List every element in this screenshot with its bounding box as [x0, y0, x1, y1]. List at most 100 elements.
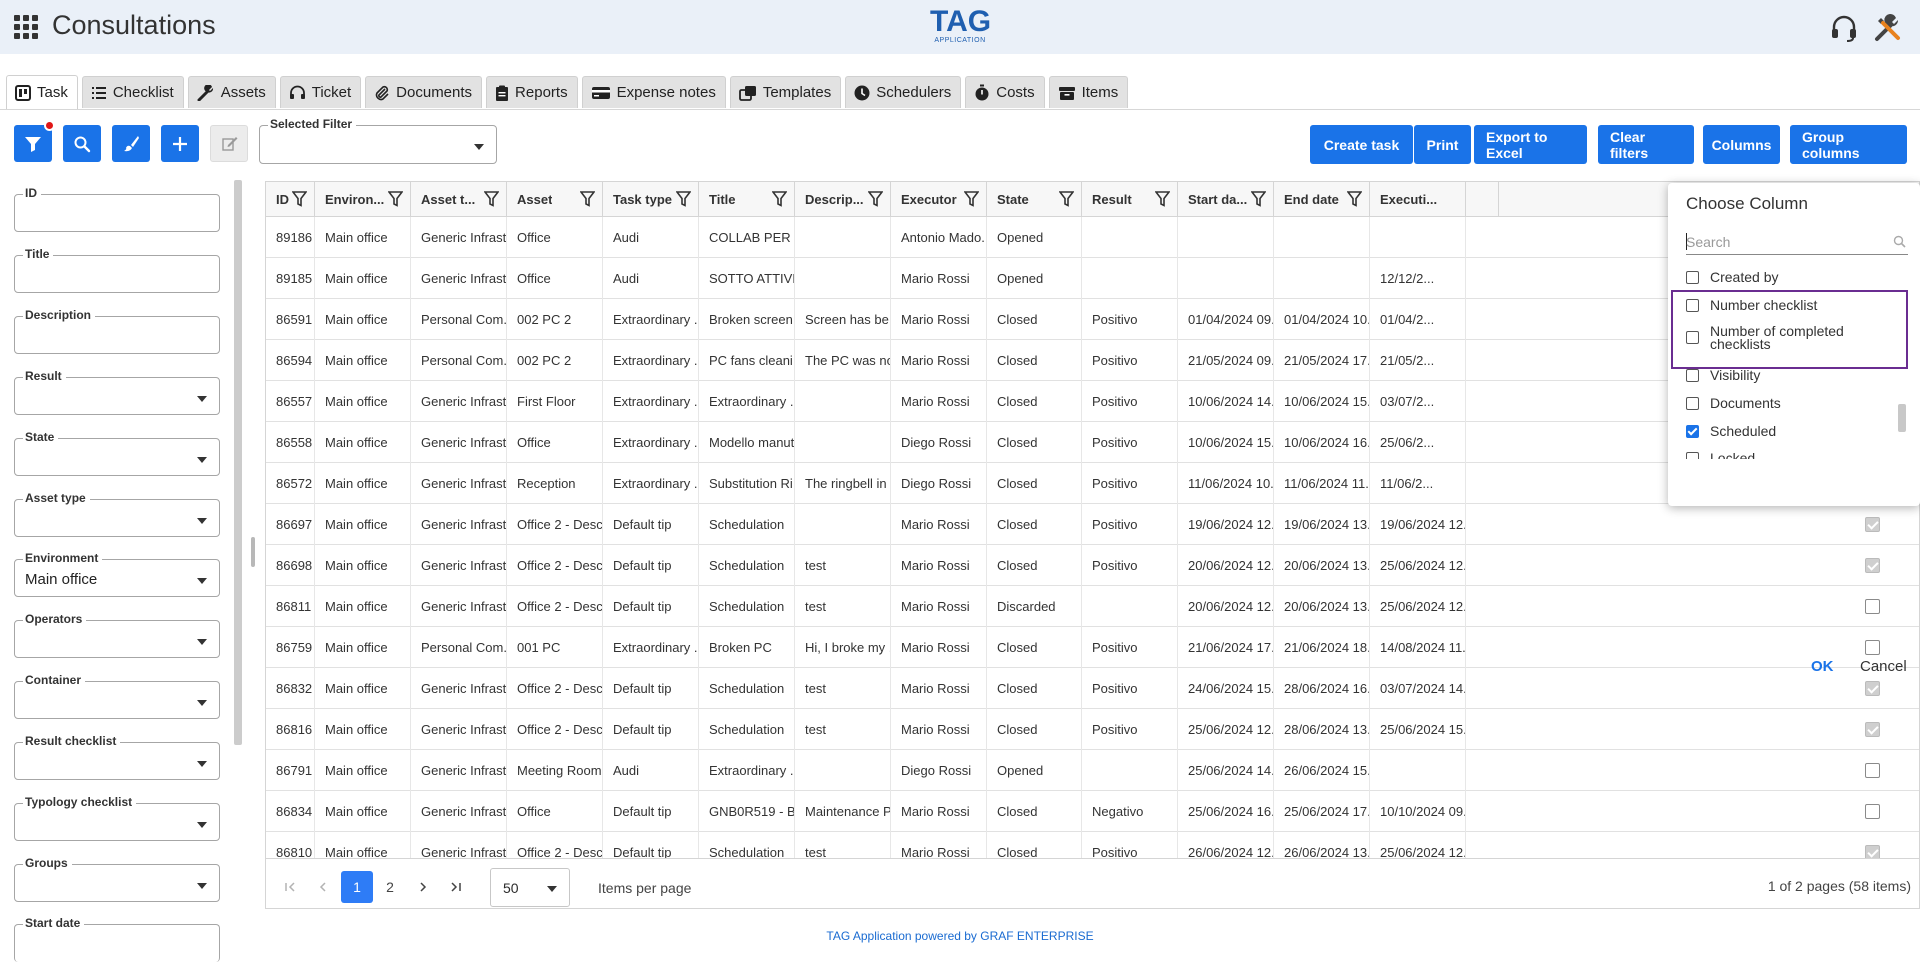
column-header[interactable]: [1466, 182, 1499, 217]
column-header[interactable]: Asset t...: [411, 182, 507, 217]
clear-brush-button[interactable]: [112, 125, 150, 162]
column-filter-icon[interactable]: [1251, 191, 1266, 207]
scheduled-checkbox[interactable]: [1865, 640, 1880, 655]
column-option-visibility[interactable]: Visibility: [1686, 367, 1760, 383]
column-option-created-by[interactable]: Created by: [1686, 269, 1778, 285]
print-button[interactable]: Print: [1414, 125, 1471, 164]
column-search-input[interactable]: Search: [1686, 227, 1908, 255]
search-button[interactable]: [63, 125, 101, 162]
scheduled-checkbox[interactable]: [1865, 722, 1880, 737]
column-header[interactable]: Result: [1082, 182, 1178, 217]
column-header[interactable]: Start da...: [1178, 182, 1274, 217]
column-option-checkbox[interactable]: [1686, 397, 1699, 410]
headset-icon[interactable]: [1828, 12, 1860, 44]
column-header[interactable]: Environ...: [315, 182, 411, 217]
column-filter-icon[interactable]: [868, 191, 883, 207]
state-filter-select[interactable]: State: [14, 430, 220, 476]
first-page-button[interactable]: [274, 871, 306, 903]
description-filter-field[interactable]: Description: [14, 308, 220, 354]
next-page-button[interactable]: [407, 871, 439, 903]
operators-filter-select[interactable]: Operators: [14, 612, 220, 658]
scheduled-checkbox[interactable]: [1865, 804, 1880, 819]
column-filter-icon[interactable]: [1059, 191, 1074, 207]
column-option-checkbox[interactable]: [1686, 425, 1699, 438]
typology-checklist-filter-select[interactable]: Typology checklist: [14, 795, 220, 841]
scheduled-checkbox[interactable]: [1865, 517, 1880, 532]
table-row[interactable]: 86834Main officeGeneric Infrast...Office…: [266, 791, 1919, 832]
column-filter-icon[interactable]: [484, 191, 499, 207]
environment-filter-select[interactable]: Environment Main office: [14, 551, 220, 597]
tab-costs[interactable]: Costs: [965, 76, 1045, 108]
container-filter-select[interactable]: Container: [14, 673, 220, 719]
column-filter-icon[interactable]: [676, 191, 691, 207]
column-filter-icon[interactable]: [1347, 191, 1362, 207]
columns-button[interactable]: Columns: [1703, 125, 1780, 164]
tab-templates[interactable]: Templates: [729, 76, 842, 108]
tab-assets[interactable]: Assets: [187, 76, 276, 108]
column-option-checkbox[interactable]: [1686, 369, 1699, 382]
column-filter-icon[interactable]: [580, 191, 595, 207]
create-task-button[interactable]: Create task: [1310, 125, 1413, 164]
column-header[interactable]: ID: [266, 182, 315, 217]
table-row[interactable]: 86791Main officeGeneric Infrast...Meetin…: [266, 750, 1919, 791]
column-filter-icon[interactable]: [292, 191, 307, 207]
column-option-checkbox[interactable]: [1686, 271, 1699, 284]
column-option-documents[interactable]: Documents: [1686, 395, 1781, 411]
page-1-button[interactable]: 1: [341, 871, 373, 903]
column-header[interactable]: Title: [699, 182, 795, 217]
edit-button[interactable]: [210, 125, 248, 162]
id-filter-field[interactable]: ID: [14, 186, 220, 232]
title-filter-field[interactable]: Title: [14, 247, 220, 293]
column-option-locked[interactable]: Locked: [1686, 450, 1755, 459]
table-row[interactable]: 86698Main officeGeneric Infrast...Office…: [266, 545, 1919, 586]
column-filter-icon[interactable]: [1155, 191, 1170, 207]
scheduled-checkbox[interactable]: [1865, 681, 1880, 696]
clear-filters-button[interactable]: Clear filters: [1598, 125, 1694, 164]
scheduled-checkbox[interactable]: [1865, 558, 1880, 573]
tools-icon[interactable]: [1872, 12, 1904, 44]
column-header[interactable]: State: [987, 182, 1082, 217]
scheduled-checkbox[interactable]: [1865, 763, 1880, 778]
column-header[interactable]: End date: [1274, 182, 1370, 217]
tab-task[interactable]: Task: [6, 75, 78, 109]
column-list-scrollbar[interactable]: [1898, 404, 1906, 432]
group-columns-button[interactable]: Group columns: [1790, 125, 1907, 164]
tab-expense-notes[interactable]: Expense notes: [581, 76, 726, 108]
selected-filter-select[interactable]: Selected Filter: [259, 117, 497, 164]
column-header[interactable]: Executi...: [1370, 182, 1466, 217]
result-filter-select[interactable]: Result: [14, 369, 220, 415]
column-header[interactable]: Descrip...: [795, 182, 891, 217]
export-excel-button[interactable]: Export to Excel: [1474, 125, 1587, 164]
table-row[interactable]: 86816Main officeGeneric Infrast...Office…: [266, 709, 1919, 750]
add-button[interactable]: [161, 125, 199, 162]
tab-ticket[interactable]: Ticket: [279, 76, 362, 108]
result-checklist-filter-select[interactable]: Result checklist: [14, 734, 220, 780]
column-chooser-ok-button[interactable]: OK: [1811, 658, 1834, 675]
per-page-select[interactable]: 50: [490, 868, 570, 907]
column-header[interactable]: Task type: [603, 182, 699, 217]
table-row[interactable]: 86759 Main office Personal Com... 001 PC Ext…: [266, 627, 1919, 668]
app-grid-icon[interactable]: [14, 15, 38, 39]
tab-documents[interactable]: Documents: [365, 76, 483, 108]
column-option-scheduled[interactable]: Scheduled: [1686, 423, 1776, 439]
sidebar-scrollbar[interactable]: [234, 180, 242, 745]
splitter-handle[interactable]: [251, 537, 255, 567]
last-page-button[interactable]: [440, 871, 472, 903]
column-chooser-cancel-button[interactable]: Cancel: [1860, 658, 1907, 675]
table-row[interactable]: 86697Main officeGeneric Infrast...Office…: [266, 504, 1919, 545]
asset-type-filter-select[interactable]: Asset type: [14, 491, 220, 537]
prev-page-button[interactable]: [307, 871, 339, 903]
column-filter-icon[interactable]: [772, 191, 787, 207]
tab-items[interactable]: Items: [1048, 76, 1129, 108]
filter-button[interactable]: [14, 120, 55, 162]
column-header[interactable]: Executor: [891, 182, 987, 217]
tab-reports[interactable]: Reports: [486, 76, 578, 108]
tab-schedulers[interactable]: Schedulers: [845, 76, 962, 108]
column-filter-icon[interactable]: [964, 191, 979, 207]
column-filter-icon[interactable]: [388, 191, 403, 207]
groups-filter-select[interactable]: Groups: [14, 856, 220, 902]
table-row[interactable]: 86811Main officeGeneric Infrast...Office…: [266, 586, 1919, 627]
table-row[interactable]: 86832Main officeGeneric Infrast...Office…: [266, 668, 1919, 709]
column-header[interactable]: Asset: [507, 182, 603, 217]
scheduled-checkbox[interactable]: [1865, 599, 1880, 614]
